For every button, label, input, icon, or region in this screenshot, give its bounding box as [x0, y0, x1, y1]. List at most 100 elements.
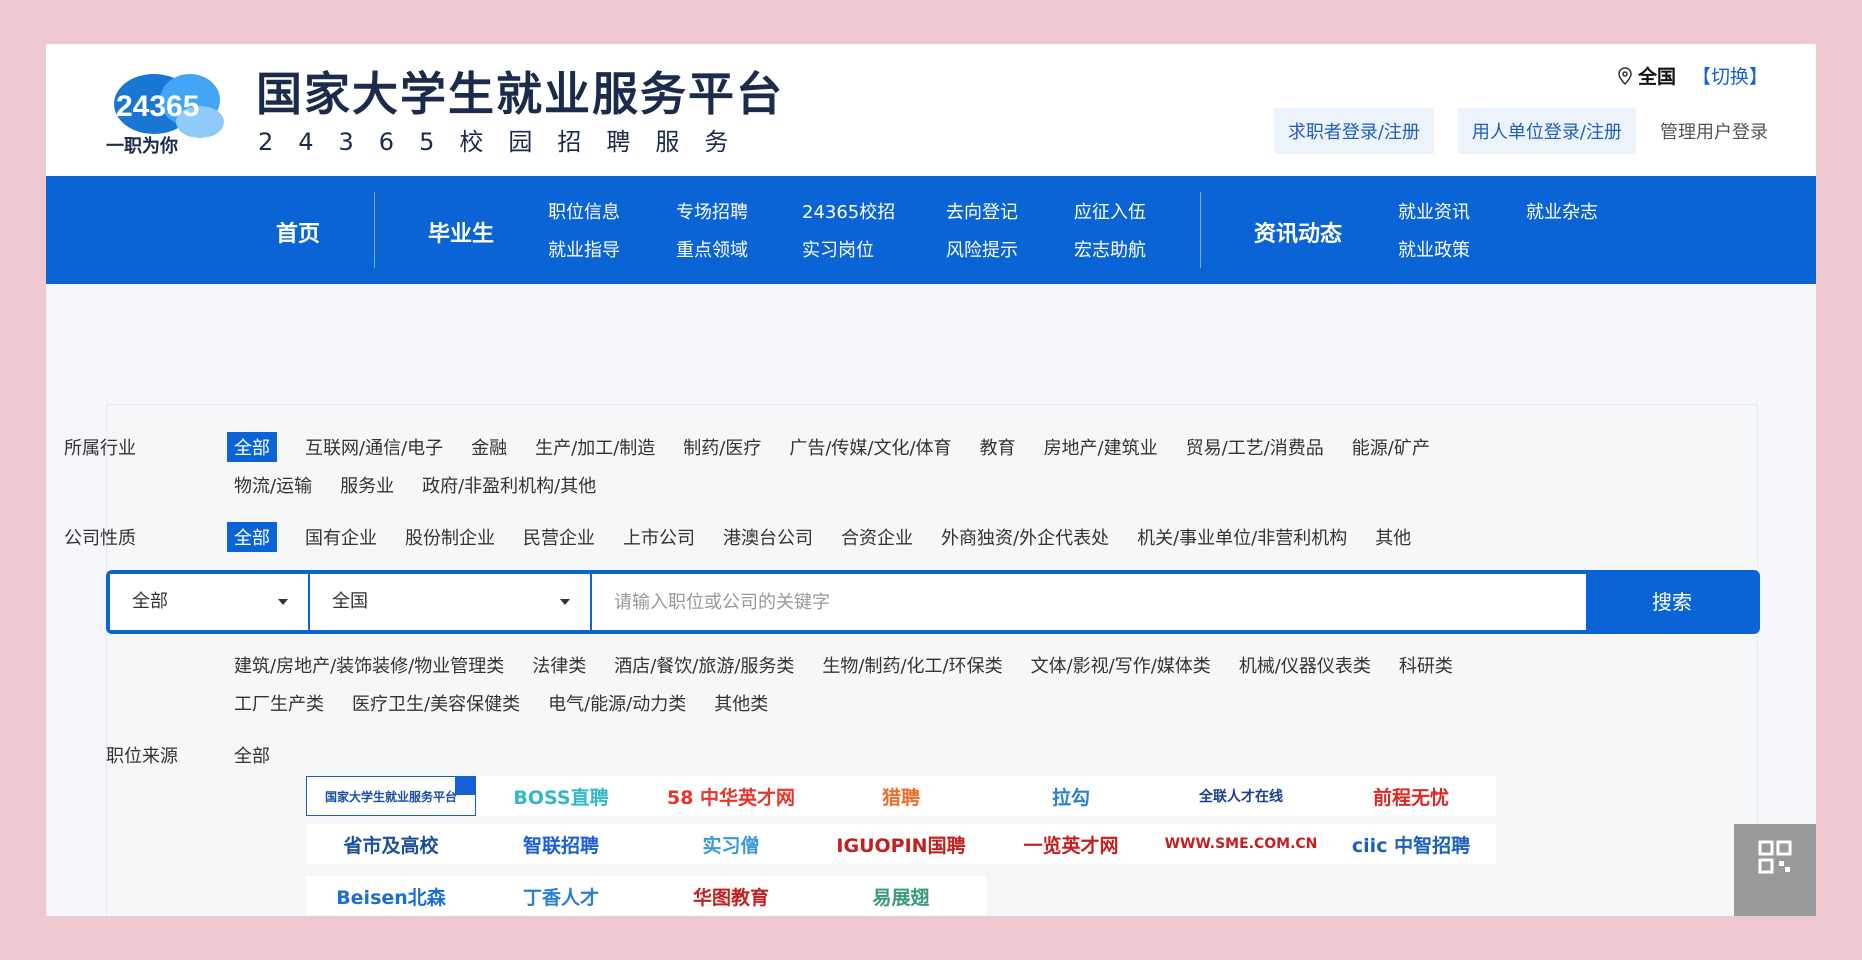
job-source-logo[interactable]: BOSS直聘 [476, 776, 646, 816]
nav-link-policy[interactable]: 就业政策 [1398, 236, 1470, 262]
chevron-down-icon [560, 599, 570, 605]
company-chip[interactable]: 机关/事业单位/非营利机构 [1137, 524, 1347, 550]
industry-chip[interactable]: 能源/矿产 [1352, 434, 1430, 460]
region-select-value: 全国 [332, 591, 368, 612]
industry-chip[interactable]: 物流/运输 [234, 472, 312, 498]
company-chip-all[interactable]: 全部 [227, 522, 277, 552]
category-chip[interactable]: 其他类 [714, 690, 768, 716]
seeker-login-button[interactable]: 求职者登录/注册 [1273, 108, 1434, 154]
job-source-logo[interactable]: 易展翅 [816, 876, 986, 916]
nav-link-internship[interactable]: 实习岗位 [802, 236, 874, 262]
search-button[interactable]: 搜索 [1588, 574, 1756, 630]
job-source-logo[interactable]: 拉勾 [986, 776, 1156, 816]
industry-chip[interactable]: 广告/传媒/文化/体育 [789, 434, 951, 460]
category-select-value: 全部 [132, 591, 168, 612]
company-type-row: 全部 国有企业 股份制企业 民营企业 上市公司 港澳台公司 合资企业 外商独资/外企代表处 机关… [227, 522, 1439, 552]
nav-link-jobs[interactable]: 职位信息 [548, 198, 620, 224]
nav-link-risk[interactable]: 风险提示 [946, 236, 1018, 262]
chevron-down-icon [278, 599, 288, 605]
industry-chip[interactable]: 贸易/工艺/消费品 [1186, 434, 1324, 460]
industry-chip[interactable]: 金融 [471, 434, 507, 460]
nav-home[interactable]: 首页 [276, 216, 320, 248]
nav-link-key-fields[interactable]: 重点领域 [676, 236, 748, 262]
category-chip[interactable]: 建筑/房地产/装饰装修/物业管理类 [234, 652, 504, 678]
category-chip[interactable]: 文体/影视/写作/媒体类 [1031, 652, 1211, 678]
job-source-logo[interactable]: 智联招聘 [476, 824, 646, 864]
category-select[interactable]: 全部 [110, 574, 308, 630]
industry-chip[interactable]: 服务业 [340, 472, 394, 498]
industry-chip[interactable]: 制药/医疗 [683, 434, 761, 460]
qr-code-button[interactable] [1734, 824, 1816, 916]
nav-link-guidance[interactable]: 就业指导 [548, 236, 620, 262]
job-source-logo[interactable]: IGUOPIN国聘 [816, 824, 986, 864]
category-chip[interactable]: 法律类 [532, 652, 586, 678]
category-chip[interactable]: 科研类 [1399, 652, 1453, 678]
job-source-logo[interactable]: 猎聘 [816, 776, 986, 816]
job-source-logo[interactable]: 丁香人才 [476, 876, 646, 916]
logo-slogan: 一职为你 [106, 135, 178, 157]
admin-login-link[interactable]: 管理用户登录 [1660, 118, 1768, 144]
category-chip[interactable]: 电气/能源/动力类 [548, 690, 686, 716]
job-source-name: 易展翅 [872, 886, 930, 909]
job-source-logo[interactable]: WWW.SME.COM.CN [1156, 824, 1326, 864]
company-chip[interactable]: 合资企业 [841, 524, 913, 550]
job-source-name: 丁香人才 [522, 886, 599, 909]
job-source-logo[interactable]: Beisen北森 [306, 876, 476, 916]
industry-chip[interactable]: 教育 [980, 434, 1016, 460]
industry-chip-all[interactable]: 全部 [227, 432, 277, 462]
site-subtitle: 24365校园招聘服务 [258, 128, 754, 156]
job-source-name: 58 中华英才网 [666, 786, 796, 809]
search-input[interactable] [592, 574, 1586, 630]
industry-chip[interactable]: 生产/加工/制造 [535, 434, 655, 460]
company-chip[interactable]: 其他 [1375, 524, 1411, 550]
category-chip[interactable]: 生物/制药/化工/环保类 [822, 652, 1002, 678]
company-chip[interactable]: 股份制企业 [405, 524, 495, 550]
nav-link-magazine[interactable]: 就业杂志 [1526, 198, 1598, 224]
job-source-logo[interactable]: 58 中华英才网 [646, 776, 816, 816]
company-chip[interactable]: 民营企业 [523, 524, 595, 550]
company-chip[interactable]: 外商独资/外企代表处 [941, 524, 1109, 550]
job-source-name: 拉勾 [1051, 786, 1090, 809]
job-source-logo[interactable]: 省市及高校 [306, 824, 476, 864]
region-select[interactable]: 全国 [310, 574, 590, 630]
employer-login-button[interactable]: 用人单位登录/注册 [1457, 108, 1636, 154]
job-source-logo[interactable]: 华图教育 [646, 876, 816, 916]
company-chip[interactable]: 国有企业 [305, 524, 377, 550]
category-chip[interactable]: 机械/仪器仪表类 [1239, 652, 1371, 678]
industry-row: 全部 互联网/通信/电子 金融 生产/加工/制造 制药/医疗 广告/传媒/文化/体育 教育 房… [227, 432, 1458, 462]
logo-number: 24365 [116, 90, 199, 123]
job-source-name: ciic 中智招聘 [1351, 834, 1471, 857]
job-source-logo[interactable]: 实习僧 [646, 824, 816, 864]
job-source-logo[interactable]: ciic 中智招聘 [1326, 824, 1496, 864]
nav-link-special[interactable]: 专场招聘 [676, 198, 748, 224]
job-source-name: 猎聘 [881, 786, 920, 809]
category-chip[interactable]: 酒店/餐饮/旅游/服务类 [614, 652, 794, 678]
industry-chip[interactable]: 互联网/通信/电子 [305, 434, 443, 460]
industry-chip[interactable]: 房地产/建筑业 [1044, 434, 1158, 460]
category-chip[interactable]: 医疗卫生/美容保健类 [352, 690, 520, 716]
company-chip[interactable]: 港澳台公司 [723, 524, 813, 550]
job-source-name: 智联招聘 [522, 834, 599, 857]
nav-link-destination[interactable]: 去向登记 [946, 198, 1018, 224]
job-source-logo[interactable]: 国家大学生就业服务平台 [306, 776, 476, 816]
nav-link-employment-news[interactable]: 就业资讯 [1398, 198, 1470, 224]
job-source-logo[interactable]: 一览英才网 [986, 824, 1156, 864]
company-chip[interactable]: 上市公司 [623, 524, 695, 550]
nav-link-hongzhi[interactable]: 宏志助航 [1074, 236, 1146, 262]
job-source-logo[interactable]: 全联人才在线 [1156, 776, 1326, 816]
region-name: 全国 [1637, 66, 1676, 88]
category-chip[interactable]: 工厂生产类 [234, 690, 324, 716]
nav-link-24365[interactable]: 24365校招 [802, 198, 895, 224]
source-all-link[interactable]: 全部 [234, 742, 270, 768]
location-pin-icon [1618, 66, 1632, 85]
site-logo[interactable]: 24365 一职为你 [104, 60, 234, 160]
nav-link-enlist[interactable]: 应征入伍 [1074, 198, 1146, 224]
nav-graduates[interactable]: 毕业生 [428, 216, 494, 248]
job-source-logo[interactable]: 前程无忧 [1326, 776, 1496, 816]
industry-chip[interactable]: 政府/非盈利机构/其他 [422, 472, 596, 498]
nav-news[interactable]: 资讯动态 [1254, 216, 1342, 248]
check-icon [455, 777, 475, 795]
job-source-name: 全联人才在线 [1199, 789, 1283, 805]
source-label: 职位来源 [106, 746, 178, 767]
region-switch-link[interactable]: 【切换】 [1692, 62, 1768, 89]
